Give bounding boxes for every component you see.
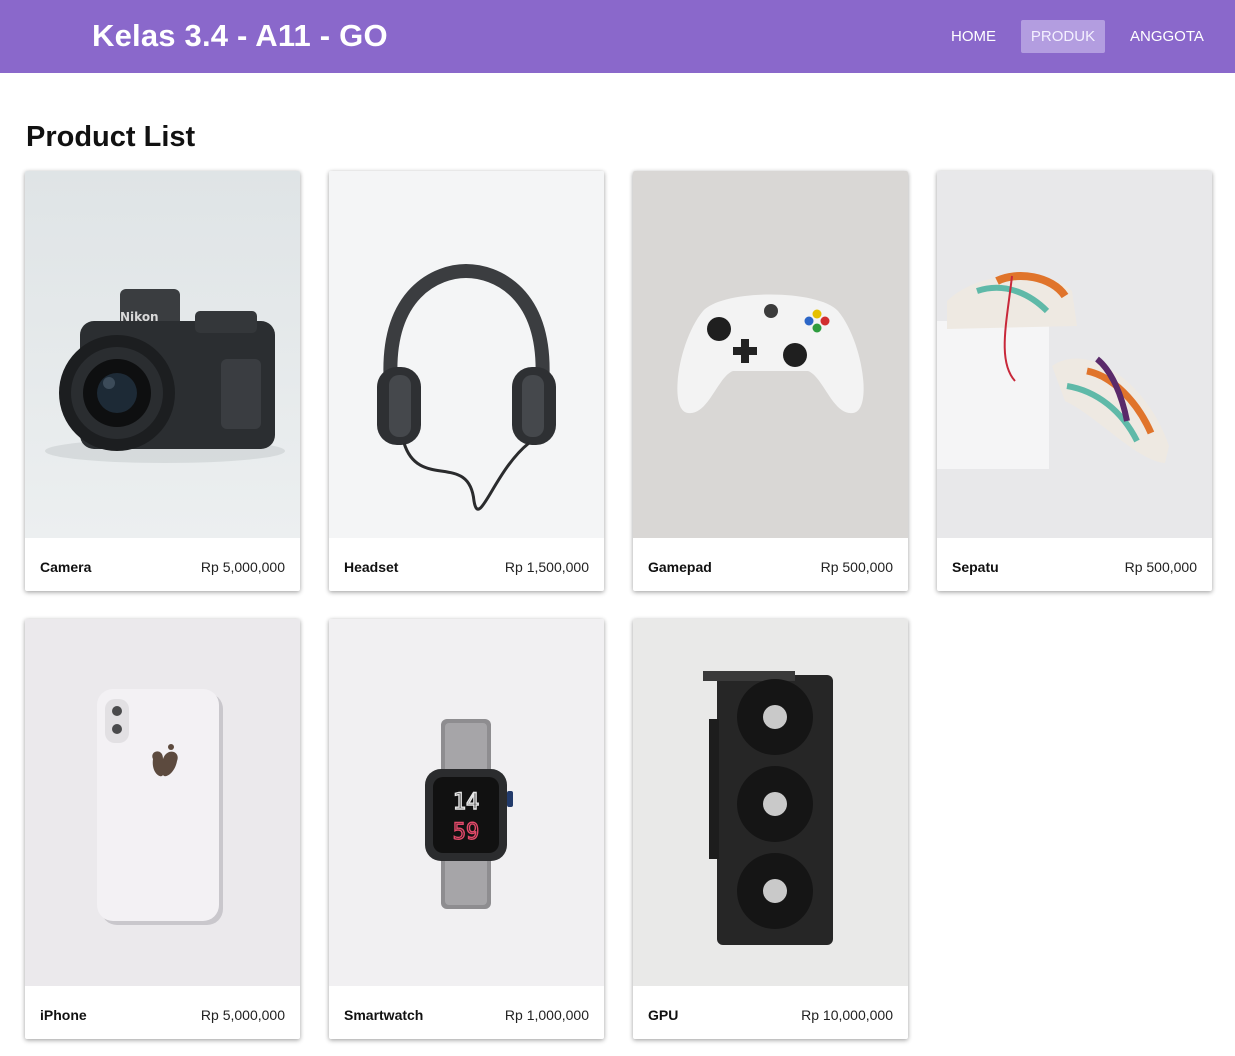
product-card-gpu[interactable]: GPU Rp 10,000,000 [633,619,908,1039]
svg-text:14: 14 [453,790,480,815]
product-price: Rp 1,000,000 [504,1007,589,1023]
product-card-sepatu[interactable]: Sepatu Rp 500,000 [937,171,1212,591]
product-card-iphone[interactable]: iPhone Rp 5,000,000 [25,619,300,1039]
product-image-iphone [25,619,300,986]
product-image-sneakers [937,171,1212,538]
product-image-gamepad [633,171,908,538]
nav-item-anggota[interactable]: ANGGOTA [1119,20,1215,53]
product-card-gamepad[interactable]: Gamepad Rp 500,000 [633,171,908,591]
navbar: Kelas 3.4 - A11 - GO HOME PRODUK ANGGOTA [0,0,1235,73]
product-price: Rp 500,000 [1124,559,1197,575]
product-name: Gamepad [648,559,712,575]
product-image-headset [329,171,604,538]
product-image-smartwatch: 14 59 [329,619,604,986]
product-image-camera: Nikon [25,171,300,538]
product-price: Rp 1,500,000 [504,559,589,575]
nav-item-produk[interactable]: PRODUK [1021,20,1105,53]
nav-item-home[interactable]: HOME [940,20,1007,53]
product-card-headset[interactable]: Headset Rp 1,500,000 [329,171,604,591]
product-price: Rp 10,000,000 [801,1007,893,1023]
product-image-gpu [633,619,908,986]
product-price: Rp 5,000,000 [200,1007,285,1023]
product-card-smartwatch[interactable]: 14 59 Smartwatch Rp 1,000,000 [329,619,604,1039]
product-card-camera[interactable]: Nikon Camera Rp 5,000,000 [25,171,300,591]
product-name: Smartwatch [344,1007,424,1023]
product-name: iPhone [40,1007,87,1023]
svg-text:Nikon: Nikon [120,310,159,324]
product-price: Rp 5,000,000 [200,559,285,575]
page-title: Product List [26,121,196,153]
product-price: Rp 500,000 [820,559,893,575]
brand-title[interactable]: Kelas 3.4 - A11 - GO [92,18,388,54]
product-name: Camera [40,559,92,575]
product-name: Headset [344,559,399,575]
svg-text:59: 59 [453,820,480,845]
product-name: GPU [648,1007,679,1023]
product-name: Sepatu [952,559,999,575]
